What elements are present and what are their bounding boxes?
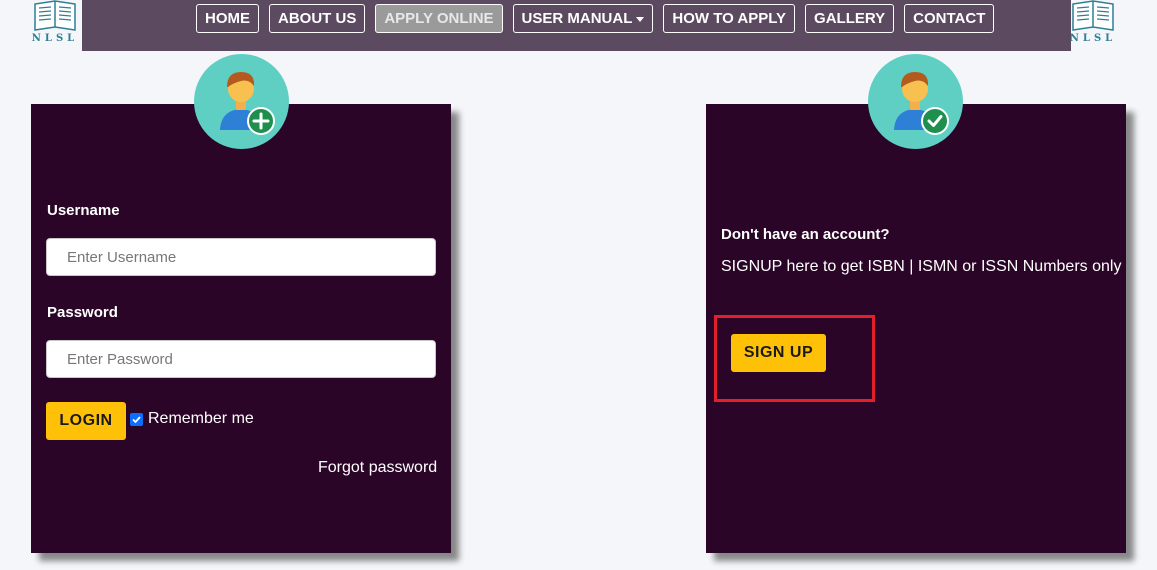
signup-description: SIGNUP here to get ISBN | ISMN or ISSN N… bbox=[721, 258, 1122, 275]
caret-down-icon bbox=[636, 17, 645, 22]
user-check-avatar bbox=[868, 54, 963, 149]
user-check-icon bbox=[894, 72, 949, 135]
password-label: Password bbox=[47, 304, 118, 321]
check-icon bbox=[132, 415, 141, 423]
book-logo-icon bbox=[1072, 0, 1114, 31]
book-logo-icon bbox=[34, 0, 76, 31]
user-add-avatar bbox=[194, 54, 289, 149]
nav-label: HOME bbox=[205, 10, 250, 27]
remember-me[interactable]: Remember me bbox=[130, 410, 254, 428]
remember-label: Remember me bbox=[148, 410, 254, 427]
logo-text: NLSL bbox=[1069, 33, 1117, 44]
password-input[interactable] bbox=[46, 340, 436, 378]
nav-contact[interactable]: CONTACT bbox=[904, 4, 995, 33]
logo-text: NLSL bbox=[31, 33, 79, 44]
nlsl-logo-left[interactable]: NLSL bbox=[30, 0, 80, 48]
username-label: Username bbox=[47, 202, 120, 219]
nlsl-logo-right[interactable]: NLSL bbox=[1068, 0, 1118, 48]
nav-how-to-apply[interactable]: HOW TO APPLY bbox=[663, 4, 796, 33]
nav-label: HOW TO APPLY bbox=[672, 10, 787, 27]
nav-home[interactable]: HOME bbox=[196, 4, 259, 33]
username-input[interactable] bbox=[46, 238, 436, 276]
nav-label: USER MANUAL bbox=[521, 10, 633, 27]
nav-user-manual[interactable]: USER MANUAL bbox=[512, 4, 654, 33]
main-nav: HOME ABOUT US APPLY ONLINE USER MANUAL H… bbox=[196, 4, 995, 33]
nav-about-us[interactable]: ABOUT US bbox=[269, 4, 366, 33]
signup-highlight-box bbox=[714, 315, 875, 402]
nav-gallery[interactable]: GALLERY bbox=[805, 4, 895, 33]
login-card bbox=[31, 104, 451, 553]
forgot-password-link[interactable]: Forgot password bbox=[318, 459, 437, 477]
remember-checkbox[interactable] bbox=[130, 412, 143, 426]
nav-label: GALLERY bbox=[814, 10, 886, 27]
signup-question: Don't have an account? bbox=[721, 226, 890, 243]
login-button[interactable]: LOGIN bbox=[46, 402, 126, 440]
user-add-icon bbox=[220, 72, 275, 135]
nav-label: CONTACT bbox=[913, 10, 986, 27]
nav-label: APPLY ONLINE bbox=[384, 10, 494, 27]
nav-label: ABOUT US bbox=[278, 10, 357, 27]
nav-apply-online[interactable]: APPLY ONLINE bbox=[375, 4, 503, 33]
